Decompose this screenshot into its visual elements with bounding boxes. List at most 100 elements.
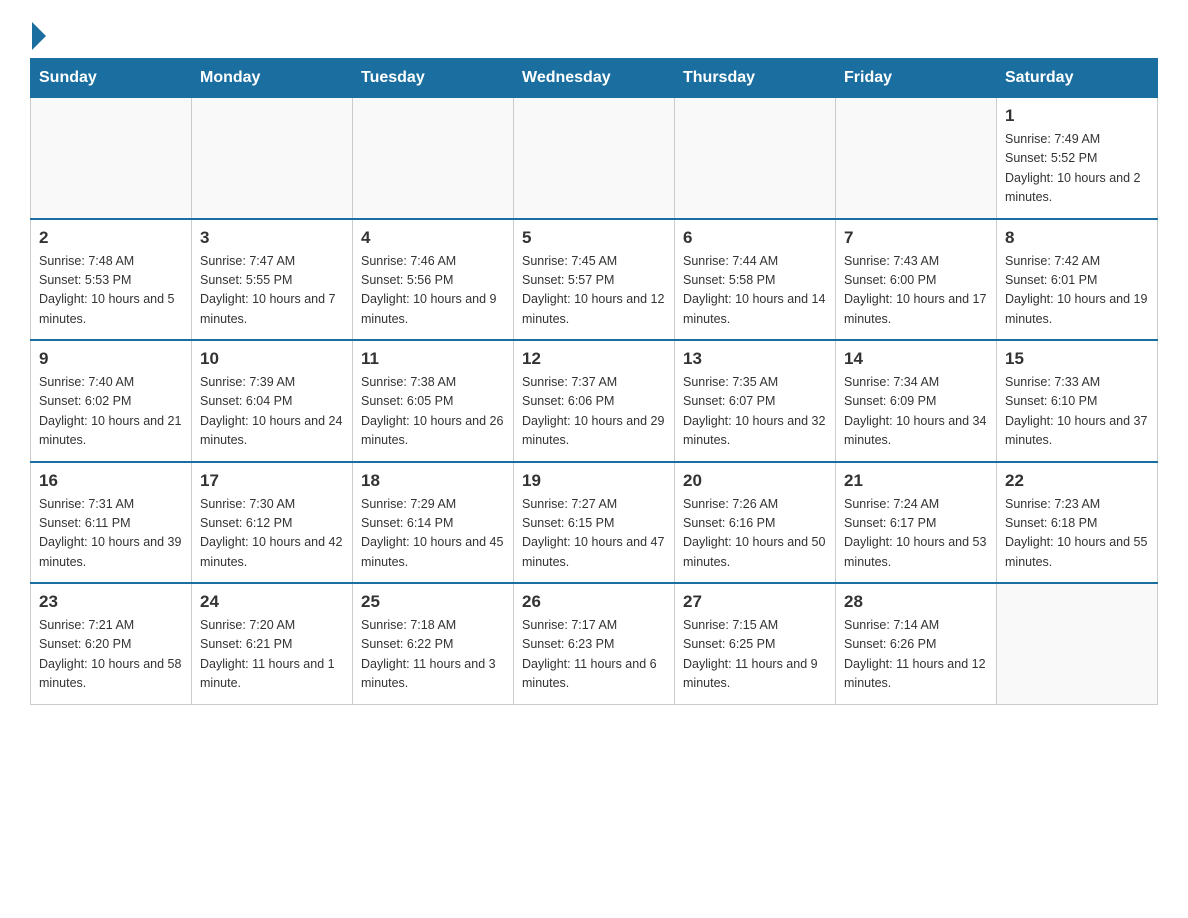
column-header-wednesday: Wednesday	[514, 59, 675, 98]
calendar-day-cell: 24Sunrise: 7:20 AMSunset: 6:21 PMDayligh…	[192, 583, 353, 704]
day-info: Sunrise: 7:15 AMSunset: 6:25 PMDaylight:…	[683, 616, 827, 694]
calendar-day-cell: 5 Sunrise: 7:45 AMSunset: 5:57 PMDaylight…	[514, 219, 675, 341]
calendar-day-cell: 4 Sunrise: 7:46 AMSunset: 5:56 PMDaylight…	[353, 219, 514, 341]
day-number: 4	[361, 228, 505, 248]
page-header	[30, 20, 1158, 48]
calendar-day-cell: 26 Sunrise: 7:17 AMSunset: 6:23 PMDayligh…	[514, 583, 675, 704]
calendar-day-cell: 21 Sunrise: 7:24 AMSunset: 6:17 PMDayligh…	[836, 462, 997, 584]
day-info: Sunrise: 7:27 AMSunset: 6:15 PMDaylight:…	[522, 495, 666, 573]
day-info: Sunrise: 7:18 AMSunset: 6:22 PMDaylight:…	[361, 616, 505, 694]
day-info: Sunrise: 7:29 AMSunset: 6:14 PMDaylight:…	[361, 495, 505, 573]
calendar-day-cell: 3 Sunrise: 7:47 AMSunset: 5:55 PMDaylight…	[192, 219, 353, 341]
column-header-saturday: Saturday	[997, 59, 1158, 98]
day-number: 1	[1005, 106, 1149, 126]
day-info: Sunrise: 7:24 AMSunset: 6:17 PMDaylight:…	[844, 495, 988, 573]
calendar-day-cell: 1 Sunrise: 7:49 AMSunset: 5:52 PMDaylight…	[997, 98, 1158, 219]
calendar-day-cell: 18Sunrise: 7:29 AMSunset: 6:14 PMDayligh…	[353, 462, 514, 584]
calendar-week-row: 2 Sunrise: 7:48 AMSunset: 5:53 PMDaylight…	[31, 219, 1158, 341]
day-number: 11	[361, 349, 505, 369]
calendar-day-cell	[997, 583, 1158, 704]
calendar-day-cell: 27 Sunrise: 7:15 AMSunset: 6:25 PMDayligh…	[675, 583, 836, 704]
day-info: Sunrise: 7:31 AMSunset: 6:11 PMDaylight:…	[39, 495, 183, 573]
day-number: 23	[39, 592, 183, 612]
day-info: Sunrise: 7:17 AMSunset: 6:23 PMDaylight:…	[522, 616, 666, 694]
day-number: 13	[683, 349, 827, 369]
calendar-day-cell: 8 Sunrise: 7:42 AMSunset: 6:01 PMDaylight…	[997, 219, 1158, 341]
day-info: Sunrise: 7:21 AMSunset: 6:20 PMDaylight:…	[39, 616, 183, 694]
calendar-week-row: 16 Sunrise: 7:31 AMSunset: 6:11 PMDayligh…	[31, 462, 1158, 584]
day-number: 14	[844, 349, 988, 369]
logo-arrow-icon	[32, 22, 46, 50]
calendar-week-row: 9Sunrise: 7:40 AMSunset: 6:02 PMDaylight…	[31, 340, 1158, 462]
day-number: 12	[522, 349, 666, 369]
day-info: Sunrise: 7:47 AMSunset: 5:55 PMDaylight:…	[200, 252, 344, 330]
day-info: Sunrise: 7:45 AMSunset: 5:57 PMDaylight:…	[522, 252, 666, 330]
calendar-day-cell: 19 Sunrise: 7:27 AMSunset: 6:15 PMDayligh…	[514, 462, 675, 584]
calendar-day-cell: 2 Sunrise: 7:48 AMSunset: 5:53 PMDaylight…	[31, 219, 192, 341]
day-info: Sunrise: 7:49 AMSunset: 5:52 PMDaylight:…	[1005, 130, 1149, 208]
day-info: Sunrise: 7:23 AMSunset: 6:18 PMDaylight:…	[1005, 495, 1149, 573]
day-number: 2	[39, 228, 183, 248]
day-number: 20	[683, 471, 827, 491]
calendar-day-cell: 12 Sunrise: 7:37 AMSunset: 6:06 PMDayligh…	[514, 340, 675, 462]
calendar-day-cell	[353, 98, 514, 219]
day-number: 10	[200, 349, 344, 369]
day-number: 17	[200, 471, 344, 491]
day-info: Sunrise: 7:43 AMSunset: 6:00 PMDaylight:…	[844, 252, 988, 330]
calendar-day-cell: 23 Sunrise: 7:21 AMSunset: 6:20 PMDayligh…	[31, 583, 192, 704]
calendar-day-cell	[514, 98, 675, 219]
day-info: Sunrise: 7:42 AMSunset: 6:01 PMDaylight:…	[1005, 252, 1149, 330]
day-info: Sunrise: 7:40 AMSunset: 6:02 PMDaylight:…	[39, 373, 183, 451]
day-number: 8	[1005, 228, 1149, 248]
day-info: Sunrise: 7:48 AMSunset: 5:53 PMDaylight:…	[39, 252, 183, 330]
calendar-day-cell	[836, 98, 997, 219]
column-header-tuesday: Tuesday	[353, 59, 514, 98]
column-header-monday: Monday	[192, 59, 353, 98]
day-number: 3	[200, 228, 344, 248]
day-number: 24	[200, 592, 344, 612]
day-number: 25	[361, 592, 505, 612]
day-info: Sunrise: 7:37 AMSunset: 6:06 PMDaylight:…	[522, 373, 666, 451]
day-number: 22	[1005, 471, 1149, 491]
day-number: 6	[683, 228, 827, 248]
calendar-day-cell: 15Sunrise: 7:33 AMSunset: 6:10 PMDayligh…	[997, 340, 1158, 462]
calendar-day-cell: 28Sunrise: 7:14 AMSunset: 6:26 PMDayligh…	[836, 583, 997, 704]
day-number: 5	[522, 228, 666, 248]
column-header-sunday: Sunday	[31, 59, 192, 98]
calendar-day-cell: 14 Sunrise: 7:34 AMSunset: 6:09 PMDayligh…	[836, 340, 997, 462]
calendar-day-cell: 16 Sunrise: 7:31 AMSunset: 6:11 PMDayligh…	[31, 462, 192, 584]
day-info: Sunrise: 7:44 AMSunset: 5:58 PMDaylight:…	[683, 252, 827, 330]
day-info: Sunrise: 7:14 AMSunset: 6:26 PMDaylight:…	[844, 616, 988, 694]
day-info: Sunrise: 7:30 AMSunset: 6:12 PMDaylight:…	[200, 495, 344, 573]
calendar-day-cell	[31, 98, 192, 219]
day-number: 19	[522, 471, 666, 491]
calendar-week-row: 1 Sunrise: 7:49 AMSunset: 5:52 PMDaylight…	[31, 98, 1158, 219]
day-number: 15	[1005, 349, 1149, 369]
day-number: 27	[683, 592, 827, 612]
day-number: 7	[844, 228, 988, 248]
calendar-day-cell: 11Sunrise: 7:38 AMSunset: 6:05 PMDayligh…	[353, 340, 514, 462]
day-info: Sunrise: 7:35 AMSunset: 6:07 PMDaylight:…	[683, 373, 827, 451]
day-info: Sunrise: 7:39 AMSunset: 6:04 PMDaylight:…	[200, 373, 344, 451]
column-header-thursday: Thursday	[675, 59, 836, 98]
day-info: Sunrise: 7:34 AMSunset: 6:09 PMDaylight:…	[844, 373, 988, 451]
calendar-day-cell	[192, 98, 353, 219]
day-info: Sunrise: 7:46 AMSunset: 5:56 PMDaylight:…	[361, 252, 505, 330]
day-number: 21	[844, 471, 988, 491]
calendar-day-cell: 20Sunrise: 7:26 AMSunset: 6:16 PMDayligh…	[675, 462, 836, 584]
calendar-day-cell: 13 Sunrise: 7:35 AMSunset: 6:07 PMDayligh…	[675, 340, 836, 462]
calendar-day-cell: 25 Sunrise: 7:18 AMSunset: 6:22 PMDayligh…	[353, 583, 514, 704]
calendar-day-cell: 17 Sunrise: 7:30 AMSunset: 6:12 PMDayligh…	[192, 462, 353, 584]
calendar-day-cell	[675, 98, 836, 219]
day-number: 16	[39, 471, 183, 491]
calendar-day-cell: 6 Sunrise: 7:44 AMSunset: 5:58 PMDaylight…	[675, 219, 836, 341]
calendar-day-cell: 9Sunrise: 7:40 AMSunset: 6:02 PMDaylight…	[31, 340, 192, 462]
calendar-week-row: 23 Sunrise: 7:21 AMSunset: 6:20 PMDayligh…	[31, 583, 1158, 704]
logo	[30, 20, 46, 48]
day-number: 26	[522, 592, 666, 612]
column-header-friday: Friday	[836, 59, 997, 98]
calendar-table: SundayMondayTuesdayWednesdayThursdayFrid…	[30, 58, 1158, 705]
calendar-day-cell: 7 Sunrise: 7:43 AMSunset: 6:00 PMDaylight…	[836, 219, 997, 341]
calendar-day-cell: 22 Sunrise: 7:23 AMSunset: 6:18 PMDayligh…	[997, 462, 1158, 584]
calendar-header-row: SundayMondayTuesdayWednesdayThursdayFrid…	[31, 59, 1158, 98]
